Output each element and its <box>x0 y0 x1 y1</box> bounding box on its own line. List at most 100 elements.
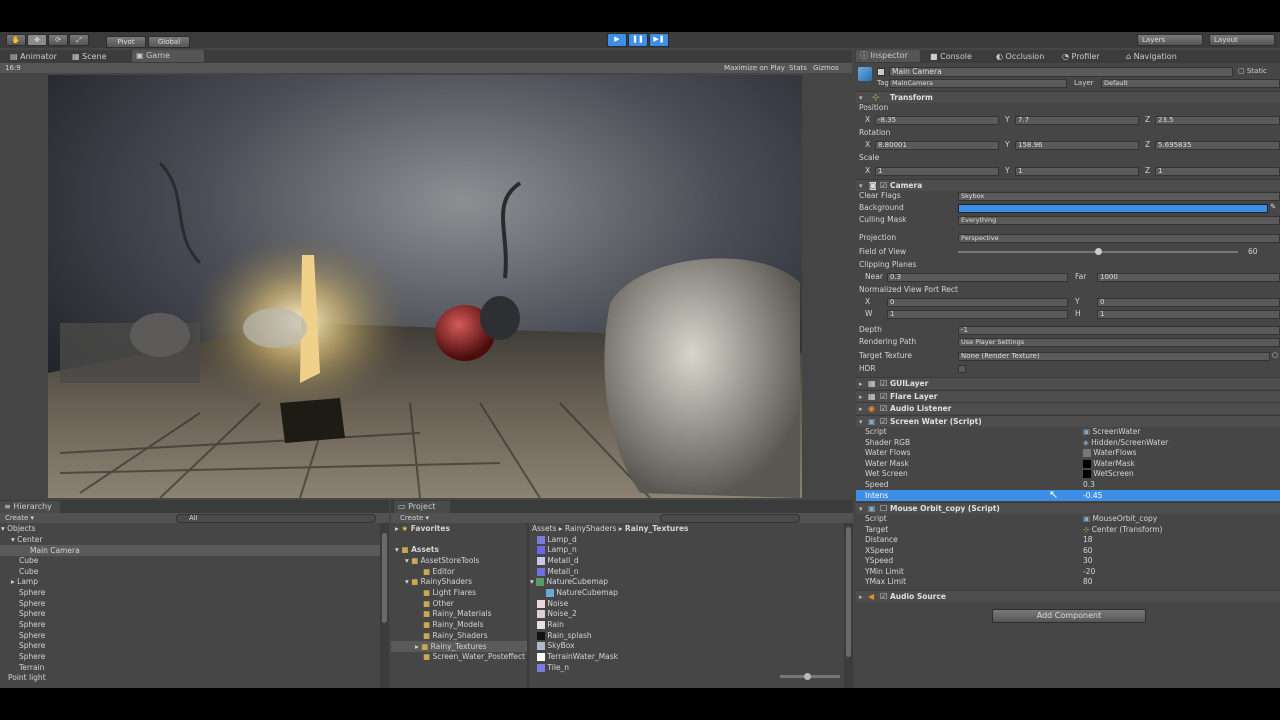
mouse-orbit-header[interactable]: ▾ ▣ ☐ Mouse Orbit_copy (Script) <box>856 502 1280 514</box>
asset-file[interactable]: Rain <box>537 620 564 630</box>
mo-xspeed-field[interactable]: 60 <box>1083 546 1093 556</box>
sw-intens-row[interactable] <box>856 490 1280 501</box>
asset-file[interactable]: Rain_splash <box>537 631 592 641</box>
project-scrollbar[interactable] <box>844 523 853 688</box>
move-tool-button[interactable]: ✥ <box>27 34 47 46</box>
near-field[interactable]: 0.3 <box>887 273 1068 282</box>
clear-flags-dropdown[interactable]: Skybox <box>958 192 1280 201</box>
sw-speed-field[interactable]: 0.3 <box>1083 480 1095 490</box>
enabled-checkbox[interactable]: ☑ <box>880 392 887 402</box>
tab-game[interactable]: ▣ Game <box>132 50 204 62</box>
asset-file[interactable]: Lamp_n <box>537 545 577 555</box>
project-create-button[interactable]: Create ▾ <box>400 513 429 523</box>
folder-item[interactable]: ■ Light Flares <box>423 588 476 598</box>
enabled-checkbox[interactable]: ☑ <box>880 181 887 191</box>
hierarchy-row-lamp[interactable]: ▸ Lamp <box>11 577 38 587</box>
mo-target-field[interactable]: ⊹ Center (Transform) <box>1083 525 1162 535</box>
folder-item[interactable]: ▾ ■ AssetStoreTools <box>405 556 479 566</box>
hierarchy-row-sphere[interactable]: Sphere <box>19 652 45 662</box>
hierarchy-row-point-light[interactable]: Point light <box>8 673 46 683</box>
hierarchy-row-sphere[interactable]: Sphere <box>19 631 45 641</box>
tab-occlusion[interactable]: ◐ Occlusion <box>992 51 1058 63</box>
hierarchy-row-center[interactable]: ▾ Center <box>11 535 42 545</box>
hand-tool-button[interactable]: ✋ <box>6 34 26 46</box>
scale-x-field[interactable]: 1 <box>875 167 999 176</box>
screen-water-header[interactable]: ▾ ▣ ☑ Screen Water (Script) <box>856 415 1280 427</box>
pause-button[interactable]: ❚❚ <box>628 33 648 47</box>
asset-file[interactable]: Noise <box>537 599 568 609</box>
sw-intens-field[interactable]: -0.45 <box>1083 491 1102 501</box>
mo-yspeed-field[interactable]: 30 <box>1083 556 1093 566</box>
layer-dropdown[interactable]: Default <box>1101 79 1280 88</box>
hierarchy-row-objects[interactable]: ▾ Objects <box>1 524 36 534</box>
project-zoom-slider[interactable] <box>780 673 840 680</box>
transform-header[interactable]: ▾ ⊹ Transform <box>856 91 1280 103</box>
stats-toggle[interactable]: Stats <box>789 63 807 73</box>
viewport-h-field[interactable]: 1 <box>1097 310 1280 319</box>
viewport-w-field[interactable]: 1 <box>887 310 1068 319</box>
folder-item[interactable]: ■ Editor <box>423 567 455 577</box>
eyedropper-icon[interactable]: ✎ <box>1270 202 1276 212</box>
layout-dropdown[interactable]: Layout <box>1209 34 1275 46</box>
guilayer-header[interactable]: ▸ ▦ ☑ GUILayer <box>856 377 1280 389</box>
asset-file[interactable]: TerrainWater_Mask <box>537 652 618 662</box>
hdr-checkbox[interactable] <box>958 365 966 373</box>
tag-dropdown[interactable]: MainCamera <box>889 79 1067 88</box>
scale-y-field[interactable]: 1 <box>1015 167 1139 176</box>
play-button[interactable]: ▶ <box>607 33 627 47</box>
hierarchy-row-terrain[interactable]: Terrain <box>19 663 44 673</box>
hierarchy-scrollbar[interactable] <box>380 523 389 688</box>
enabled-checkbox[interactable]: ☑ <box>880 592 887 602</box>
active-checkbox[interactable] <box>877 68 885 76</box>
flare-layer-header[interactable]: ▸ ▦ ☑ Flare Layer <box>856 390 1280 402</box>
pivot-button[interactable]: Pivot <box>106 36 146 48</box>
tab-navigation[interactable]: ⌂ Navigation <box>1122 51 1192 63</box>
tab-console[interactable]: ■ Console <box>926 51 992 63</box>
background-color-swatch[interactable] <box>958 204 1268 213</box>
tab-profiler[interactable]: ◔ Profiler <box>1058 51 1122 63</box>
asset-file[interactable]: Tile_n <box>537 663 569 673</box>
sw-script-field[interactable]: ▣ ScreenWater <box>1083 427 1140 437</box>
depth-field[interactable]: -1 <box>958 326 1280 335</box>
add-component-button[interactable]: Add Component <box>992 609 1146 623</box>
tab-hierarchy[interactable]: ≡ Hierarchy <box>0 501 60 513</box>
folder-item-selected[interactable]: ▸ ■ Rainy_Textures <box>391 641 527 652</box>
hierarchy-row-main-camera[interactable]: Main Camera <box>0 545 380 556</box>
rotation-x-field[interactable]: 8.80001 <box>875 141 999 150</box>
projection-dropdown[interactable]: Perspective <box>958 234 1280 243</box>
rotation-z-field[interactable]: 5.695835 <box>1155 141 1280 150</box>
enabled-checkbox[interactable]: ☑ <box>880 417 887 427</box>
project-search-input[interactable] <box>660 514 800 523</box>
rotate-tool-button[interactable]: ⟳ <box>48 34 68 46</box>
hierarchy-row-cube[interactable]: Cube <box>19 556 38 566</box>
hierarchy-row-sphere[interactable]: Sphere <box>19 609 45 619</box>
object-name-field[interactable]: Main Camera <box>889 67 1233 77</box>
folder-item[interactable]: ■ Screen_Water_Posteffect <box>423 652 525 662</box>
global-button[interactable]: Global <box>148 36 190 48</box>
mo-ymin-field[interactable]: -20 <box>1083 567 1095 577</box>
gizmos-toggle[interactable]: Gizmos <box>813 63 839 73</box>
tab-inspector[interactable]: ⓘ Inspector <box>856 50 920 62</box>
breadcrumb-item[interactable]: RainyShaders <box>565 524 616 533</box>
mo-script-field[interactable]: ▣ MouseOrbit_copy <box>1083 514 1157 524</box>
camera-header[interactable]: ▾ ◙ ☑ Camera <box>856 179 1280 191</box>
mo-distance-field[interactable]: 18 <box>1083 535 1093 545</box>
asset-file[interactable]: SkyBox <box>537 641 575 651</box>
tab-animator[interactable]: ▤ Animator <box>6 51 64 63</box>
folder-item[interactable]: ■ Other <box>423 599 454 609</box>
sw-watermask-field[interactable]: WaterMask <box>1083 459 1135 469</box>
asset-file[interactable]: Lamp_d <box>537 535 577 545</box>
hierarchy-row-sphere[interactable]: Sphere <box>19 620 45 630</box>
tab-project[interactable]: ▭ Project <box>394 501 450 513</box>
far-field[interactable]: 1000 <box>1097 273 1280 282</box>
favorites-item[interactable]: ▸ ★ Favorites <box>395 524 450 534</box>
asset-file[interactable]: Noise_2 <box>537 609 577 619</box>
folder-item[interactable]: ■ Rainy_Shaders <box>423 631 488 641</box>
enabled-checkbox[interactable]: ☑ <box>880 379 887 389</box>
rendering-path-dropdown[interactable]: Use Player Settings <box>958 338 1280 347</box>
asset-file[interactable]: ▾ NatureCubemap <box>530 577 608 587</box>
target-picker-icon[interactable]: ○ <box>1272 350 1278 360</box>
culling-mask-dropdown[interactable]: Everything <box>958 216 1280 225</box>
folder-item[interactable]: ▾ ■ RainyShaders <box>405 577 472 587</box>
hierarchy-create-button[interactable]: Create ▾ <box>5 513 34 523</box>
